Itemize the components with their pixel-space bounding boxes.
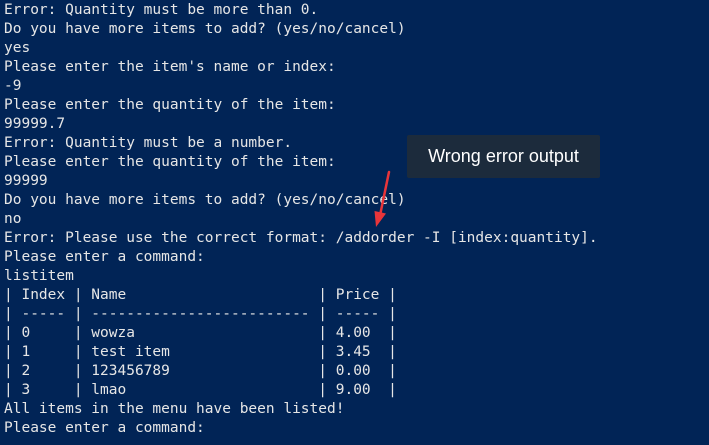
terminal-line: Please enter the quantity of the item:	[4, 97, 336, 113]
table-header-row: | Index | Name | Price |	[4, 287, 397, 303]
table-row: | 2 | 123456789 | 0.00 |	[4, 363, 397, 379]
terminal-line: -9	[4, 78, 22, 94]
command-prompt[interactable]: Please enter a command:	[4, 419, 598, 438]
terminal-line: 99999.7	[4, 116, 66, 132]
terminal-line: yes	[4, 40, 31, 56]
table-row: | 1 | test item | 3.45 |	[4, 344, 397, 360]
terminal-line: Do you have more items to add? (yes/no/c…	[4, 21, 406, 37]
table-separator-row: | ----- | ------------------------- | --…	[4, 306, 397, 322]
terminal-line: All items in the menu have been listed!	[4, 401, 345, 417]
terminal-line: Please enter the item's name or index:	[4, 59, 336, 75]
terminal-line-error-format: Error: Please use the correct format: /a…	[4, 230, 598, 246]
terminal-output: Error: Quantity must be more than 0. Do …	[4, 1, 598, 438]
annotation-label: Wrong error output	[428, 146, 579, 166]
table-row: | 0 | wowza | 4.00 |	[4, 325, 397, 341]
annotation-callout: Wrong error output	[407, 135, 600, 178]
terminal-line: Please enter a command:	[4, 249, 205, 265]
terminal-line: listitem	[4, 268, 74, 284]
table-row: | 3 | lmao | 9.00 |	[4, 382, 397, 398]
terminal-line: Do you have more items to add? (yes/no/c…	[4, 192, 406, 208]
terminal-line: Error: Quantity must be more than 0.	[4, 2, 319, 18]
terminal-line: no	[4, 211, 22, 227]
terminal-window[interactable]: Error: Quantity must be more than 0. Do …	[0, 0, 709, 445]
